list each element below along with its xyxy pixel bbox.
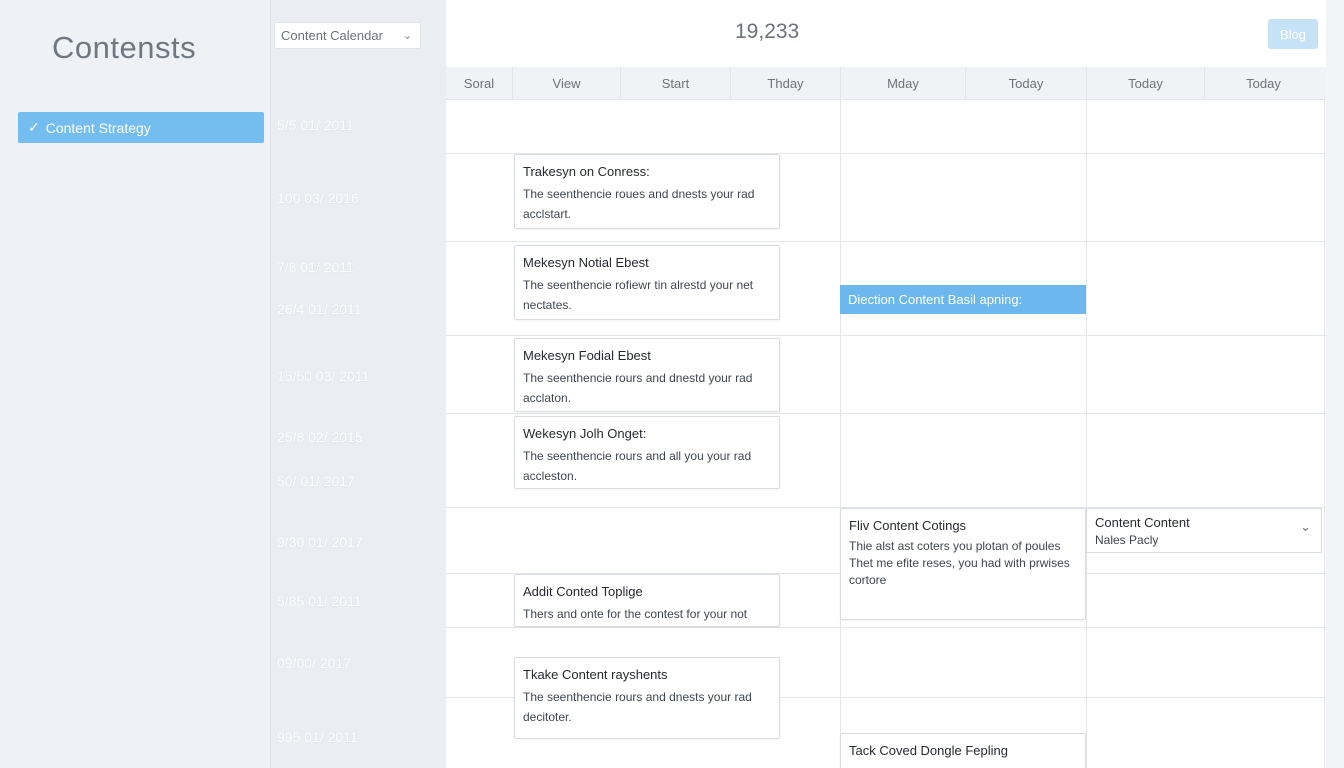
item-count: 19,233	[735, 20, 800, 43]
event-card[interactable]: Wekesyn Jolh Onget: The seenthencie rour…	[514, 416, 780, 489]
dropdown-card-title: Content Content	[1095, 515, 1190, 530]
event-title: Tkake Content rayshents	[523, 667, 668, 682]
grid-line	[446, 335, 1326, 336]
event-description: The seenthencie rours and dnests your ra…	[523, 690, 752, 724]
event-title: Trakesyn on Conress:	[523, 164, 650, 179]
event-description: The seenthencie rours and all you your r…	[523, 449, 752, 483]
grid-line	[1086, 100, 1087, 768]
column-header[interactable]: Today	[1204, 67, 1322, 100]
calendar-topbar	[446, 0, 1326, 67]
date-label: 15/50 03/ 2011	[277, 368, 370, 384]
grid-line	[446, 241, 1326, 242]
date-label: 5/5 01/ 2011	[277, 117, 354, 133]
column-header[interactable]: Today	[1086, 67, 1204, 100]
date-label: 100 03/ 2016	[277, 190, 359, 206]
grid-line	[1324, 100, 1325, 768]
column-header[interactable]: Today	[965, 67, 1086, 100]
date-label: 09/00/ 2017	[277, 655, 351, 671]
sidebar: Contensts ✓ Content Strategy	[0, 0, 270, 768]
chevron-down-icon[interactable]: ⌄	[1300, 519, 1311, 535]
date-label: 7/8 01/ 2011	[277, 259, 354, 275]
scrollbar-track[interactable]	[1326, 0, 1344, 768]
event-description: The seenthencie roues and dnests your ra…	[523, 187, 755, 221]
grid-line	[840, 100, 841, 768]
date-label: 50/ 01/ 2017	[277, 473, 355, 489]
event-card[interactable]: Fliv Content Cotings Thie alst ast coter…	[840, 508, 1086, 620]
event-title: Mekesyn Notial Ebest	[523, 255, 649, 270]
dropdown-card[interactable]: Content Content Nales Pacly ⌄	[1086, 508, 1322, 553]
column-header[interactable]: Mday	[840, 67, 965, 100]
view-select[interactable]: Content Calendar ⌄	[274, 22, 421, 49]
event-card[interactable]: Mekesyn Fodial Ebest The seenthencie rou…	[514, 338, 780, 412]
sidebar-item-label: Content Strategy	[45, 119, 151, 136]
event-description: Thers and onte for the contest for your …	[523, 607, 748, 621]
highlighted-event[interactable]: Diection Content Basil apning:	[840, 285, 1086, 314]
date-label: 9/30 01/ 2017	[277, 534, 363, 550]
column-header[interactable]: Soral	[446, 67, 512, 100]
app-title: Contensts	[52, 30, 197, 65]
event-card[interactable]: Tkake Content rayshents The seenthencie …	[514, 657, 780, 739]
event-title: Wekesyn Jolh Onget:	[523, 426, 647, 441]
grid-line	[446, 627, 1326, 628]
check-icon: ✓	[28, 119, 40, 135]
event-title: Addit Conted Toplige	[523, 584, 643, 599]
event-card[interactable]: Addit Conted Toplige Thers and onte for …	[514, 574, 780, 627]
date-column	[270, 0, 446, 768]
date-label: 5/85 01/ 2011	[277, 593, 362, 609]
grid-line	[446, 413, 1326, 414]
event-title: Tack Coved Dongle Fepling	[849, 743, 1008, 758]
event-description: The seenthencie rofiewr tin alrestd your…	[523, 278, 754, 312]
column-header[interactable]: View	[512, 67, 620, 100]
date-label: 995 01/ 2011	[277, 729, 358, 745]
date-label: 26/4 01/ 2011	[277, 301, 362, 317]
dropdown-card-subtitle: Nales Pacly	[1095, 533, 1159, 547]
view-select-value: Content Calendar	[281, 28, 383, 43]
event-card[interactable]: Mekesyn Notial Ebest The seenthencie rof…	[514, 245, 780, 320]
event-title: Mekesyn Fodial Ebest	[523, 348, 651, 363]
blog-button[interactable]: Blog	[1268, 19, 1318, 49]
event-description: The seenthencie rours and dnestd your ra…	[523, 371, 753, 405]
event-card[interactable]: Tack Coved Dongle Fepling	[840, 733, 1086, 768]
column-header[interactable]: Thday	[730, 67, 840, 100]
sidebar-item-content-strategy[interactable]: ✓ Content Strategy	[18, 112, 264, 143]
event-card[interactable]: Trakesyn on Conress: The seenthencie rou…	[514, 154, 780, 229]
event-description: Thie alst ast coters you plotan of poule…	[849, 539, 1070, 587]
column-header[interactable]: Start	[620, 67, 730, 100]
date-label: 25/8 02/ 2015	[277, 429, 363, 445]
event-title: Fliv Content Cotings	[849, 518, 967, 533]
chevron-down-icon: ⌄	[402, 30, 412, 42]
